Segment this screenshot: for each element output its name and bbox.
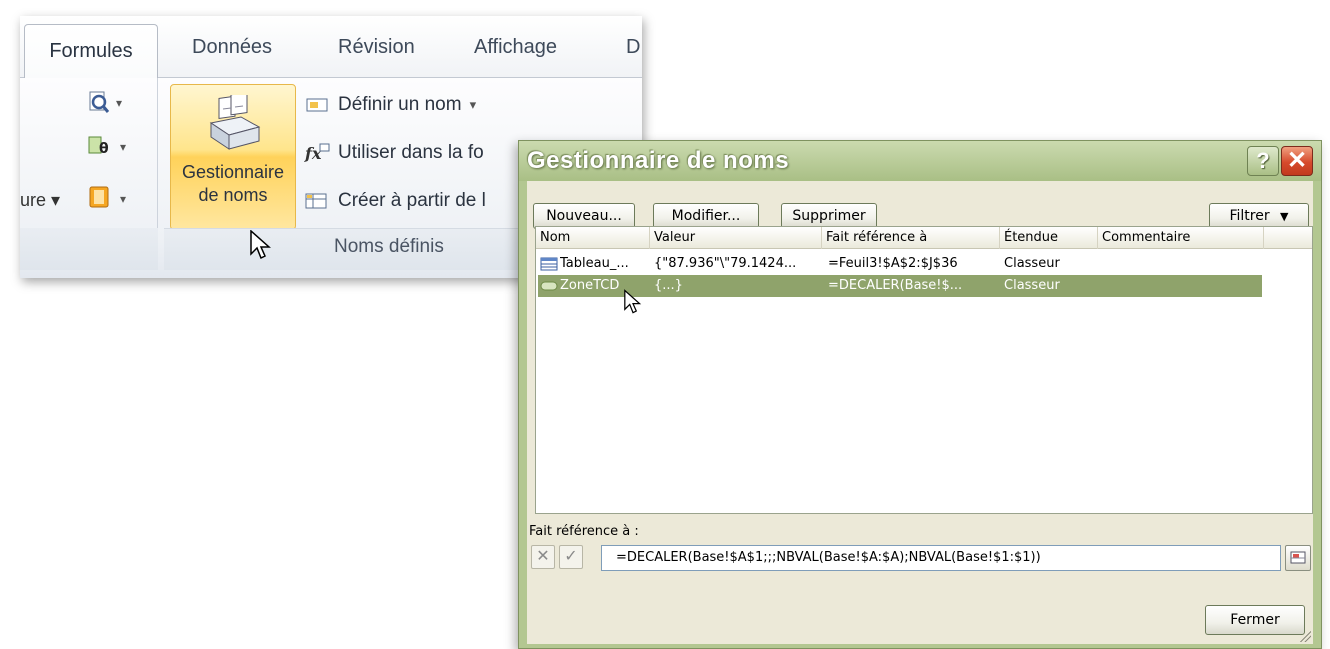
refers-to-edit-tools: ✕ ✓ [531,545,593,571]
use-in-formula-label: Utiliser dans la fo [338,142,484,163]
close-button[interactable]: Fermer [1205,605,1305,635]
svg-text:fx: fx [304,144,322,163]
lookup-reference-icon[interactable] [88,90,110,113]
names-list-header: Nom Valeur Fait référence à Étendue Comm… [536,227,1312,249]
defined-names-group-title: Noms définis [334,236,444,257]
refers-to-label: Fait référence à : [529,524,639,539]
table-row[interactable]: Tableau_... {"87.936"\"79.1424... =Feuil… [538,253,1262,275]
name-manager-label-line2: de noms [198,185,268,205]
chevron-down-icon[interactable]: ▾ [120,140,126,154]
help-button[interactable]: ? [1247,146,1279,176]
tab-formules[interactable]: Formules [24,24,158,80]
chevron-down-icon: ▼ [1280,210,1289,223]
names-list[interactable]: Nom Valeur Fait référence à Étendue Comm… [535,226,1313,514]
resize-grip-icon[interactable] [1297,628,1311,642]
column-header-comment[interactable]: Commentaire [1098,227,1264,249]
column-header-value[interactable]: Valeur [650,227,822,249]
define-name-label: Définir un nom [338,94,462,115]
table-icon [540,256,558,272]
define-name-icon [304,94,330,116]
create-from-selection-icon [304,190,330,212]
row-scope: Classeur [1004,278,1060,293]
name-manager-button[interactable]: Gestionnaire de noms [170,84,296,230]
refers-to-input[interactable]: =DECALER(Base!$A$1;;;NBVAL(Base!$A:$A);N… [601,545,1281,571]
mouse-cursor-icon [624,289,642,314]
math-trig-icon[interactable]: θ [88,134,109,157]
row-scope: Classeur [1004,256,1060,271]
dialog-titlebar[interactable]: Gestionnaire de noms ? ✕ [519,141,1321,181]
column-header-name[interactable]: Nom [536,227,650,249]
chevron-down-icon[interactable]: ▾ [470,97,477,113]
name-manager-icon [201,91,267,160]
named-range-icon [540,279,558,293]
group-footer [20,228,158,270]
row-value: {...} [654,278,683,293]
function-library-group-partial: ▾ θ ▾ ure ▾ ▾ [20,78,158,270]
close-icon[interactable]: ✕ [1281,146,1313,176]
create-from-selection-command[interactable]: Créer à partir de l [304,186,486,216]
row-comment [1104,275,1264,297]
tab-affichage[interactable]: Affichage [474,36,557,59]
dialog-client-area: Nouveau... Modifier... Supprimer Filtrer… [527,181,1313,644]
partial-label[interactable]: ure ▾ [20,190,60,211]
row-comment [1104,253,1264,275]
column-header-refers-to[interactable]: Fait référence à [822,227,1000,249]
mouse-cursor-icon [250,230,271,260]
tab-partial-next[interactable]: D [626,36,640,59]
filter-label: Filtrer [1229,208,1270,224]
row-name: Tableau_... [560,256,629,271]
ribbon-tab-bar: Formules Données Révision Affichage D [20,16,642,80]
confirm-edit-icon[interactable]: ✓ [559,545,583,569]
row-value: {"87.936"\"79.1424... [654,256,797,271]
name-manager-dialog: Gestionnaire de noms ? ✕ Nouveau... Modi… [518,140,1322,649]
chevron-down-icon[interactable]: ▾ [120,192,126,206]
svg-text:θ: θ [99,141,109,157]
dialog-title: Gestionnaire de noms [527,147,790,174]
table-row-selected[interactable]: ZoneTCD {...} =DECALER(Base!$... Classeu… [538,275,1262,297]
fx-icon: fx [304,142,330,164]
name-manager-label-line1: Gestionnaire [181,162,285,182]
use-in-formula-command[interactable]: fx Utiliser dans la fo [304,138,484,168]
more-functions-icon[interactable] [88,184,109,208]
row-refers-to: =DECALER(Base!$... [828,278,963,293]
cancel-edit-icon[interactable]: ✕ [531,545,555,569]
range-picker-button[interactable] [1285,545,1311,571]
create-from-selection-label: Créer à partir de l [338,190,486,211]
define-name-command[interactable]: Définir un nom ▾ [304,90,476,120]
tab-donnees[interactable]: Données [192,36,272,59]
row-refers-to: =Feuil3!$A$2:$J$36 [828,256,958,271]
chevron-down-icon[interactable]: ▾ [116,96,122,110]
column-header-scope[interactable]: Étendue [1000,227,1098,249]
tab-revision[interactable]: Révision [338,36,415,59]
range-picker-icon [1290,551,1306,564]
